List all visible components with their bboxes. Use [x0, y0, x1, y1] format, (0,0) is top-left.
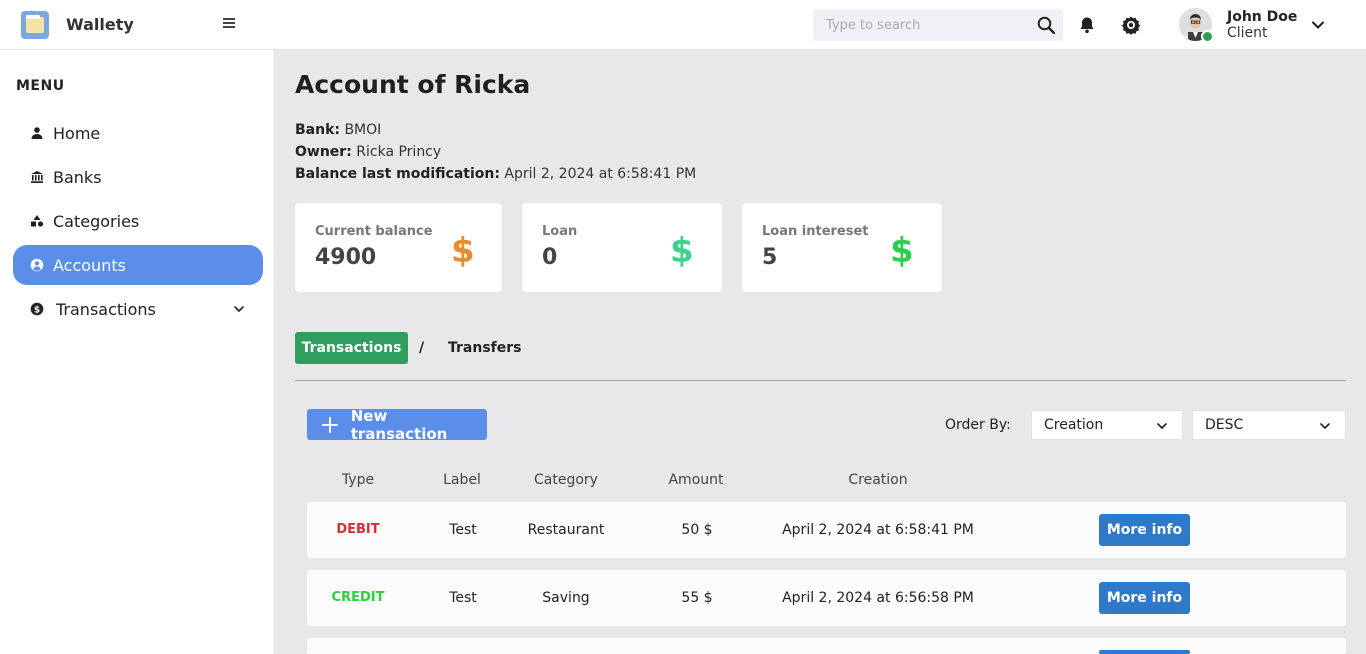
- user-name[interactable]: John Doe: [1227, 9, 1297, 25]
- card-value: 5: [762, 245, 778, 270]
- card-label: Loan intereset: [762, 224, 869, 239]
- column-header-amount: Amount: [668, 472, 724, 488]
- order-field-value: Creation: [1044, 417, 1104, 433]
- transaction-label: Test: [449, 522, 477, 538]
- card-value: 4900: [315, 245, 377, 270]
- search-box: [813, 9, 1063, 41]
- bank-icon: [31, 171, 43, 183]
- shapes-icon: [31, 215, 44, 227]
- owner-label: Owner:: [295, 144, 352, 160]
- bank-value: BMOI: [344, 122, 382, 138]
- transaction-label: Test: [449, 590, 477, 606]
- menu-title: MENU: [16, 78, 65, 94]
- sidebar-item-label: Transactions: [56, 299, 156, 319]
- transaction-category: Saving: [542, 590, 590, 606]
- order-direction-value: DESC: [1205, 417, 1244, 433]
- column-header-creation: Creation: [848, 472, 908, 488]
- transaction-type: CREDIT: [331, 590, 385, 605]
- chevron-down-icon: [1320, 423, 1330, 429]
- tab-transactions[interactable]: Transactions: [295, 332, 408, 364]
- dollar-icon: $: [451, 231, 475, 271]
- svg-text:$: $: [34, 305, 40, 315]
- more-info-button[interactable]: More info: [1099, 514, 1190, 546]
- user-circle-icon: [30, 258, 44, 272]
- sidebar-item-accounts[interactable]: Accounts: [13, 245, 263, 285]
- top-bar: Wallety John Doe Client: [0, 0, 1366, 50]
- table-row: DEBIT Test Restaurant 50 $ April 2, 2024…: [307, 502, 1346, 558]
- column-header-label: Label: [443, 472, 481, 488]
- bell-icon[interactable]: [1078, 16, 1096, 34]
- search-input[interactable]: [813, 9, 1023, 41]
- sidebar-item-transactions[interactable]: $ Transactions: [13, 289, 263, 329]
- transaction-category: Restaurant: [527, 522, 605, 538]
- sidebar: MENU Home Banks Categories Accounts $ Tr…: [0, 50, 275, 654]
- modification-label: Balance last modification:: [295, 166, 500, 182]
- modification-value: April 2, 2024 at 6:58:41 PM: [504, 166, 697, 182]
- sidebar-item-label: Categories: [53, 211, 140, 231]
- column-header-type: Type: [341, 472, 375, 488]
- user-role: Client: [1227, 25, 1268, 41]
- main-content: Account of Ricka Bank: BMOI Owner: Ricka…: [276, 50, 1366, 654]
- gear-icon[interactable]: [1121, 15, 1141, 35]
- wallet-logo-icon[interactable]: [21, 11, 49, 39]
- transaction-type: DEBIT: [336, 522, 380, 537]
- sidebar-item-label: Home: [53, 123, 101, 143]
- plus-icon: [321, 416, 339, 434]
- bank-label: Bank:: [295, 122, 340, 138]
- sidebar-item-label: Accounts: [53, 255, 126, 275]
- hamburger-menu-icon[interactable]: [223, 18, 235, 30]
- column-header-category: Category: [534, 472, 598, 488]
- brand-name[interactable]: Wallety: [66, 15, 134, 34]
- bank-info: Bank: BMOI: [295, 122, 381, 138]
- order-field-select[interactable]: Creation: [1031, 410, 1183, 440]
- page-title: Account of Ricka: [295, 70, 531, 99]
- order-by-label: Order By:: [945, 417, 1011, 433]
- transaction-amount: 50 $: [681, 522, 713, 538]
- order-direction-select[interactable]: DESC: [1192, 410, 1346, 440]
- chevron-down-icon[interactable]: [1311, 18, 1325, 32]
- modification-info: Balance last modification: April 2, 2024…: [295, 166, 696, 182]
- current-balance-card: Current balance 4900 $: [295, 203, 502, 292]
- sidebar-item-categories[interactable]: Categories: [13, 201, 263, 241]
- dollar-coin-icon: $: [30, 302, 44, 315]
- chevron-down-icon[interactable]: [233, 303, 245, 315]
- sidebar-item-banks[interactable]: Banks: [13, 157, 263, 197]
- transaction-amount: 55 $: [681, 590, 713, 606]
- person-icon: [31, 127, 43, 139]
- chevron-down-icon: [1157, 423, 1167, 429]
- owner-value: Ricka Princy: [356, 144, 442, 160]
- dollar-icon: $: [670, 231, 694, 271]
- owner-info: Owner: Ricka Princy: [295, 144, 441, 160]
- search-icon[interactable]: [1037, 16, 1055, 34]
- sidebar-item-label: Banks: [53, 167, 102, 187]
- online-status-dot: [1201, 30, 1214, 43]
- loan-card: Loan 0 $: [522, 203, 722, 292]
- new-transaction-label: New transaction: [350, 406, 448, 443]
- transaction-creation: April 2, 2024 at 6:56:58 PM: [782, 590, 974, 606]
- card-label: Loan: [542, 224, 578, 239]
- card-label: Current balance: [315, 224, 433, 239]
- table-row: CREDIT Test Saving 55 $ April 2, 2024 at…: [307, 570, 1346, 626]
- more-info-button[interactable]: More info: [1099, 582, 1190, 614]
- dollar-icon: $: [890, 231, 914, 271]
- loan-interest-card: Loan intereset 5 $: [742, 203, 942, 292]
- new-transaction-button[interactable]: New transaction: [307, 406, 487, 443]
- more-info-button[interactable]: [1099, 650, 1190, 654]
- card-value: 0: [542, 245, 558, 270]
- tab-separator: /: [419, 340, 425, 356]
- sidebar-item-home[interactable]: Home: [13, 113, 263, 153]
- tab-transfers[interactable]: Transfers: [448, 340, 522, 356]
- table-row: [307, 638, 1346, 654]
- divider: [295, 380, 1346, 381]
- transaction-creation: April 2, 2024 at 6:58:41 PM: [782, 522, 974, 538]
